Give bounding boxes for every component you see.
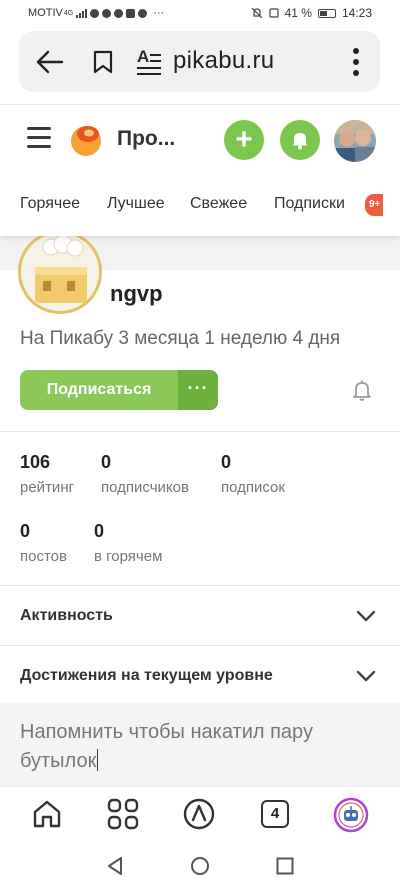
stat-value: 0 xyxy=(221,452,232,472)
stat-label: подписок xyxy=(221,479,285,496)
menu-icon[interactable] xyxy=(27,127,51,149)
profile-tenure: На Пикабу 3 месяца 1 неделю 4 дня xyxy=(20,328,341,349)
profile-avatar-image xyxy=(35,234,87,303)
whatsapp-icon xyxy=(90,8,100,18)
status-right: 41 % 14:23 xyxy=(251,6,372,20)
avatar-photo xyxy=(334,120,376,162)
stat-subscribers: 0 подписчиков xyxy=(101,452,189,496)
tab-subscriptions[interactable]: Подписки xyxy=(274,195,345,213)
browser-menu-icon[interactable] xyxy=(352,47,360,77)
chat-icon xyxy=(114,8,124,18)
browser-bottom-nav xyxy=(0,786,400,842)
divider xyxy=(0,645,400,646)
message-icon xyxy=(102,8,112,18)
profile-username: ngvp xyxy=(110,281,163,306)
battery-percent: 41 % xyxy=(284,6,312,20)
image-icon xyxy=(126,8,136,18)
carrier-label: MOTIV xyxy=(28,7,63,19)
system-back-icon[interactable] xyxy=(106,856,124,876)
activity-section-title[interactable]: Активность xyxy=(20,607,113,625)
reader-glyph: A xyxy=(137,47,150,66)
site-title: Про... xyxy=(117,127,176,150)
system-navigation-bar xyxy=(0,842,400,889)
home-icon[interactable] xyxy=(31,798,63,830)
services-grid-icon[interactable] xyxy=(107,798,139,830)
alice-assistant-icon[interactable] xyxy=(183,798,215,830)
system-recents-icon[interactable] xyxy=(276,857,294,875)
profile-note-text[interactable]: Напомнить чтобы накатил пару бутылок xyxy=(20,718,380,776)
network-label: 4G xyxy=(63,9,74,17)
profile-more-button[interactable]: ··· xyxy=(178,370,218,410)
subscribe-label: Подписаться xyxy=(46,381,152,398)
divider xyxy=(0,431,400,432)
browser-address-bar[interactable]: A pikabu.ru xyxy=(19,31,380,92)
user-avatar[interactable] xyxy=(334,120,376,162)
add-post-label: + xyxy=(235,123,253,156)
chat-bubble-icon xyxy=(138,8,148,18)
stat-value: 106 xyxy=(20,452,51,472)
profile-avatar[interactable] xyxy=(18,230,102,314)
system-home-icon[interactable] xyxy=(190,856,210,876)
bookmark-icon[interactable] xyxy=(92,50,114,74)
clock: 14:23 xyxy=(341,6,372,20)
profile-robot-icon[interactable] xyxy=(333,797,369,833)
divider xyxy=(0,585,400,586)
stat-value: 0 xyxy=(101,452,112,472)
stat-rating: 106 рейтинг xyxy=(20,452,74,496)
stat-label: подписчиков xyxy=(101,479,189,496)
achievements-section-title[interactable]: Достижения на текущем уровне xyxy=(20,667,273,685)
battery-icon xyxy=(317,8,336,18)
bell-icon xyxy=(292,133,308,150)
add-post-button[interactable]: + xyxy=(224,120,264,160)
stat-posts: 0 постов xyxy=(20,521,67,565)
url-text[interactable]: pikabu.ru xyxy=(173,47,274,75)
more-notifications-icon: ··· xyxy=(153,7,165,19)
feed-tabs: Горячее Лучшее Свежее Подписки xyxy=(0,172,400,236)
reader-mode-icon[interactable]: A xyxy=(137,47,163,75)
chevron-down-icon[interactable] xyxy=(356,670,376,682)
stat-hot: 0 в горячем xyxy=(94,521,162,565)
mute-icon xyxy=(251,7,263,19)
stat-label: рейтинг xyxy=(20,479,75,496)
stat-label: постов xyxy=(20,548,67,565)
chevron-down-icon[interactable] xyxy=(356,610,376,622)
tab-hot[interactable]: Горячее xyxy=(20,195,80,213)
status-bar: MOTIV 4G ··· 41 % 14:23 xyxy=(0,0,400,28)
notifications-button[interactable] xyxy=(280,120,320,160)
site-header: Про... + xyxy=(0,104,400,172)
tab-best[interactable]: Лучшее xyxy=(107,195,165,213)
back-arrow-icon[interactable] xyxy=(35,47,65,77)
profile-notify-bell-icon[interactable] xyxy=(352,379,372,401)
text-caret xyxy=(97,749,99,771)
note-line-1: Напомнить чтобы накатил пару xyxy=(20,721,313,743)
stat-label: в горячем xyxy=(94,548,163,565)
alarm-icon xyxy=(269,8,279,18)
status-left: MOTIV 4G ··· xyxy=(28,7,164,19)
tab-fresh[interactable]: Свежее xyxy=(190,195,247,213)
signal-icon xyxy=(76,8,88,18)
stat-subscriptions: 0 подписок xyxy=(221,452,285,496)
pikabu-logo-icon[interactable] xyxy=(68,121,104,157)
subscriptions-badge: 9+ xyxy=(365,194,383,216)
note-line-2: бутылок xyxy=(20,750,97,772)
stat-value: 0 xyxy=(94,521,105,541)
browser-tabs-count[interactable]: 4 xyxy=(261,800,289,828)
subscribe-button[interactable]: Подписаться ··· xyxy=(20,370,218,410)
stat-value: 0 xyxy=(20,521,31,541)
